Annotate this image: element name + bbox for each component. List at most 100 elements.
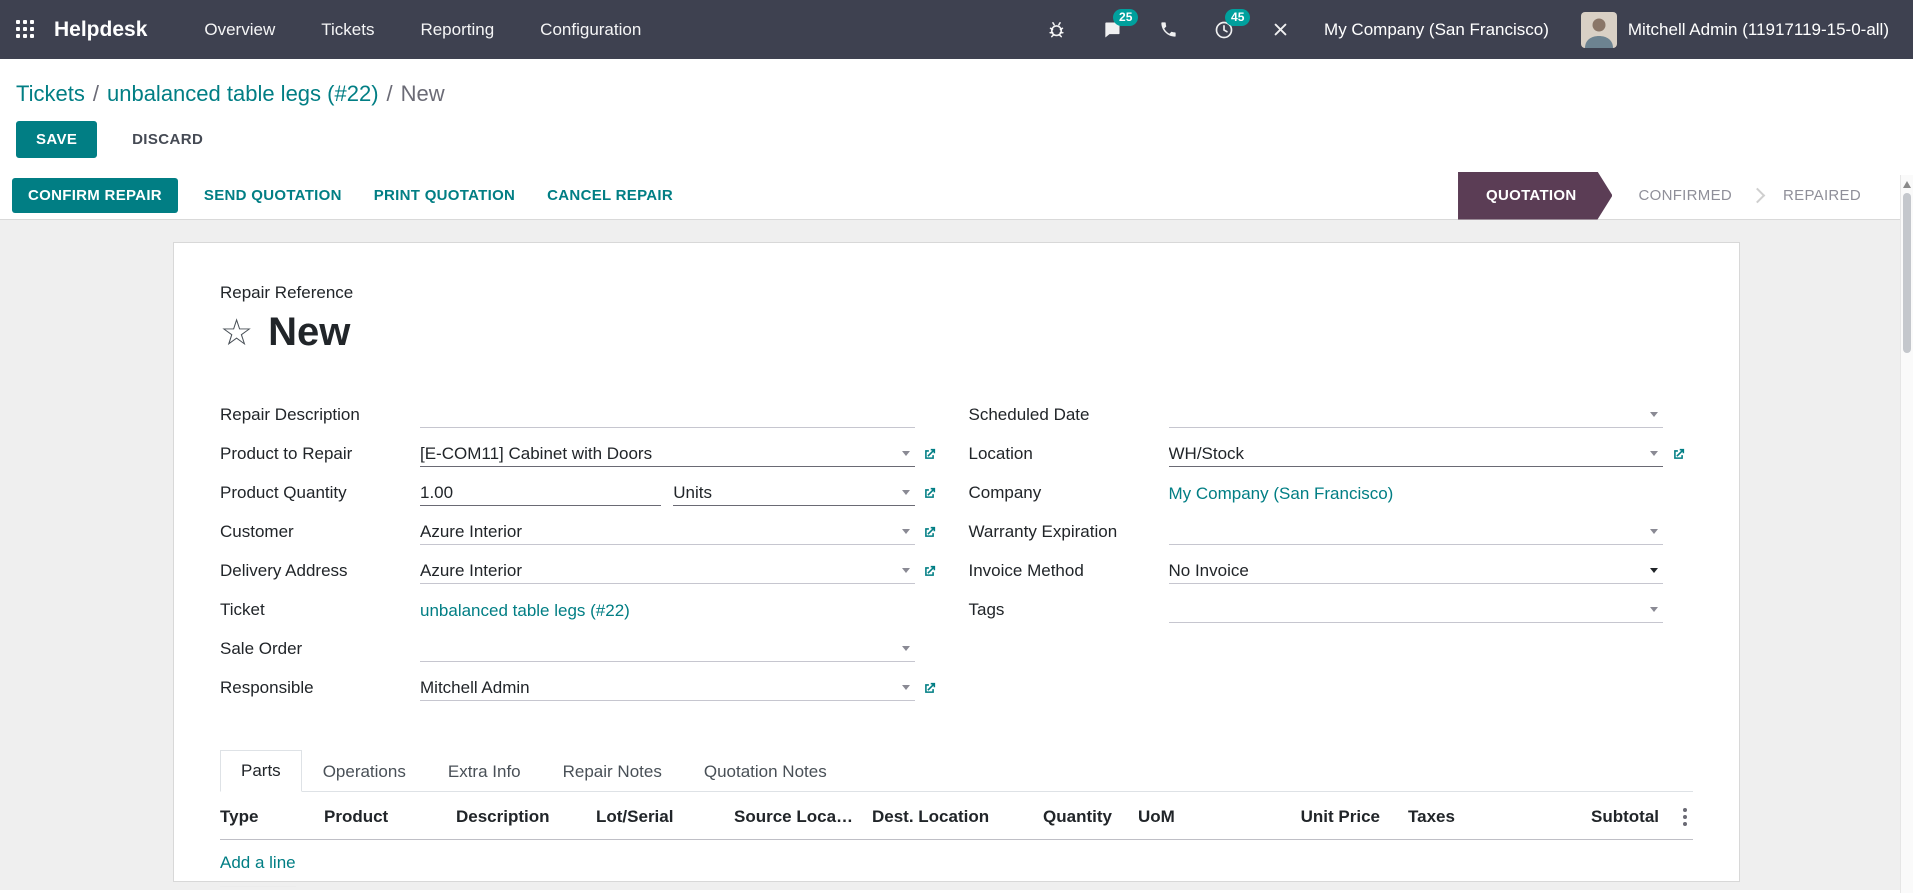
field-grid: Repair Description Product to Repair [E-…	[220, 402, 1693, 714]
field-tags[interactable]	[1168, 597, 1663, 623]
menu-configuration[interactable]: Configuration	[517, 0, 664, 59]
field-repair-description[interactable]	[420, 402, 915, 428]
control-panel: Tickets / unbalanced table legs (#22) / New …	[0, 59, 1913, 172]
field-label-sale-order: Sale Order	[220, 639, 303, 658]
breadcrumb-record[interactable]: unbalanced table legs (#22)	[107, 81, 379, 106]
dropdown-caret-icon	[1650, 451, 1658, 456]
column-taxes: Taxes	[1408, 807, 1455, 826]
stage-quotation[interactable]: QUOTATION	[1458, 172, 1612, 220]
activities-icon[interactable]: 45	[1212, 8, 1251, 42]
status-pipeline: QUOTATION CONFIRMED REPAIRED	[1458, 172, 1887, 220]
field-ticket[interactable]: unbalanced table legs (#22)	[420, 597, 915, 623]
form-statusbar: CONFIRM REPAIR SEND QUOTATION PRINT QUOT…	[0, 172, 1913, 220]
favorite-star-icon[interactable]: ☆	[220, 314, 253, 351]
scrollbar-thumb[interactable]	[1903, 193, 1911, 353]
activities-badge: 45	[1225, 8, 1251, 26]
external-link-icon[interactable]	[915, 480, 945, 506]
dropdown-caret-icon	[901, 529, 910, 534]
tab-quotation-notes[interactable]: Quotation Notes	[683, 750, 848, 792]
app-name[interactable]: Helpdesk	[54, 18, 147, 42]
column-description: Description	[456, 807, 550, 826]
field-label-tags: Tags	[968, 600, 1005, 619]
dropdown-caret-icon	[1650, 607, 1658, 612]
user-menu[interactable]: Mitchell Admin (11917119-15-0-all)	[1580, 11, 1889, 48]
field-label-product-quantity: Product Quantity	[220, 483, 347, 502]
tab-repair-notes[interactable]: Repair Notes	[542, 750, 683, 792]
field-label-responsible: Responsible	[220, 678, 314, 697]
dropdown-caret-icon	[901, 646, 910, 651]
field-warranty-expiration[interactable]	[1168, 519, 1663, 545]
notebook-tabs: Parts Operations Extra Info Repair Notes…	[220, 750, 1693, 792]
field-responsible[interactable]: Mitchell Admin	[420, 675, 915, 701]
dropdown-caret-icon	[901, 451, 910, 456]
field-sale-order[interactable]	[420, 636, 915, 662]
breadcrumb-tickets[interactable]: Tickets	[16, 81, 85, 106]
column-quantity: Quantity	[1043, 807, 1112, 826]
field-product-uom[interactable]: Units	[673, 480, 915, 506]
field-label-scheduled-date: Scheduled Date	[968, 405, 1090, 424]
field-label-repair-description: Repair Description	[220, 405, 360, 424]
field-customer[interactable]: Azure Interior	[420, 519, 915, 545]
vertical-scrollbar[interactable]	[1900, 175, 1913, 893]
tab-parts[interactable]: Parts	[220, 750, 302, 792]
scroll-up-icon[interactable]	[1903, 181, 1911, 188]
dropdown-caret-icon	[901, 568, 910, 573]
stage-confirmed[interactable]: CONFIRMED	[1612, 172, 1758, 220]
messages-icon[interactable]: 25	[1100, 8, 1139, 42]
menu-tickets[interactable]: Tickets	[298, 0, 397, 59]
optional-columns-icon[interactable]	[1659, 806, 1693, 828]
field-label-invoice-method: Invoice Method	[968, 561, 1084, 580]
column-subtotal: Subtotal	[1591, 807, 1659, 826]
column-uom: UoM	[1138, 807, 1175, 826]
breadcrumb: Tickets / unbalanced table legs (#22) / New	[16, 79, 1897, 109]
cancel-repair-button[interactable]: CANCEL REPAIR	[531, 178, 689, 213]
apps-menu-icon[interactable]	[16, 19, 36, 40]
field-label-location: Location	[968, 444, 1033, 463]
company-switcher[interactable]: My Company (San Francisco)	[1324, 20, 1549, 40]
phone-icon[interactable]	[1156, 18, 1180, 42]
field-label-delivery-address: Delivery Address	[220, 561, 348, 580]
field-location[interactable]: WH/Stock	[1168, 441, 1663, 467]
field-delivery-address[interactable]: Azure Interior	[420, 558, 915, 584]
external-link-icon[interactable]	[915, 519, 945, 545]
send-quotation-button[interactable]: SEND QUOTATION	[188, 178, 358, 213]
bug-icon[interactable]	[1044, 18, 1068, 42]
x-icon[interactable]	[1268, 18, 1292, 42]
tab-extra-info[interactable]: Extra Info	[427, 750, 542, 792]
parts-table-header: Type Product Description Lot/Serial Sour…	[220, 792, 1693, 840]
field-company[interactable]: My Company (San Francisco)	[1169, 480, 1664, 506]
dropdown-caret-icon	[1650, 529, 1658, 534]
external-link-icon[interactable]	[915, 441, 945, 467]
top-navbar: Helpdesk Overview Tickets Reporting Conf…	[0, 0, 1913, 59]
column-dest-location: Dest. Location	[872, 807, 990, 826]
add-a-line-link[interactable]: Add a line	[220, 840, 296, 887]
dropdown-caret-icon	[1650, 412, 1658, 417]
field-product-to-repair[interactable]: [E-COM11] Cabinet with Doors	[420, 441, 915, 467]
save-button[interactable]: SAVE	[16, 121, 98, 158]
form-sheet: Repair Reference ☆ New Repair Descriptio…	[173, 242, 1740, 887]
field-scheduled-date[interactable]	[1168, 402, 1663, 428]
column-lot-serial: Lot/Serial	[596, 807, 674, 826]
menu-reporting[interactable]: Reporting	[397, 0, 517, 59]
content-area: Repair Reference ☆ New Repair Descriptio…	[0, 220, 1913, 890]
confirm-repair-button[interactable]: CONFIRM REPAIR	[12, 178, 178, 213]
breadcrumb-current: New	[400, 81, 445, 106]
avatar[interactable]	[1580, 11, 1617, 48]
dropdown-caret-icon	[901, 490, 910, 495]
stage-repaired[interactable]: REPAIRED	[1757, 172, 1887, 220]
field-invoice-method[interactable]: No Invoice	[1168, 558, 1663, 584]
field-label-customer: Customer	[220, 522, 294, 541]
menu-overview[interactable]: Overview	[181, 0, 298, 59]
tab-operations[interactable]: Operations	[302, 750, 427, 792]
external-link-icon[interactable]	[915, 558, 945, 584]
discard-button[interactable]: DISCARD	[112, 121, 223, 158]
column-source-location: Source Loca…	[734, 807, 854, 826]
external-link-icon[interactable]	[915, 675, 945, 701]
external-link-icon[interactable]	[1663, 441, 1693, 467]
field-product-quantity[interactable]: 1.00	[420, 480, 662, 506]
dropdown-caret-icon	[901, 685, 910, 690]
user-name: Mitchell Admin (11917119-15-0-all)	[1627, 19, 1889, 39]
print-quotation-button[interactable]: PRINT QUOTATION	[358, 178, 531, 213]
field-label-product-to-repair: Product to Repair	[220, 444, 353, 463]
field-label-ticket: Ticket	[220, 600, 265, 619]
